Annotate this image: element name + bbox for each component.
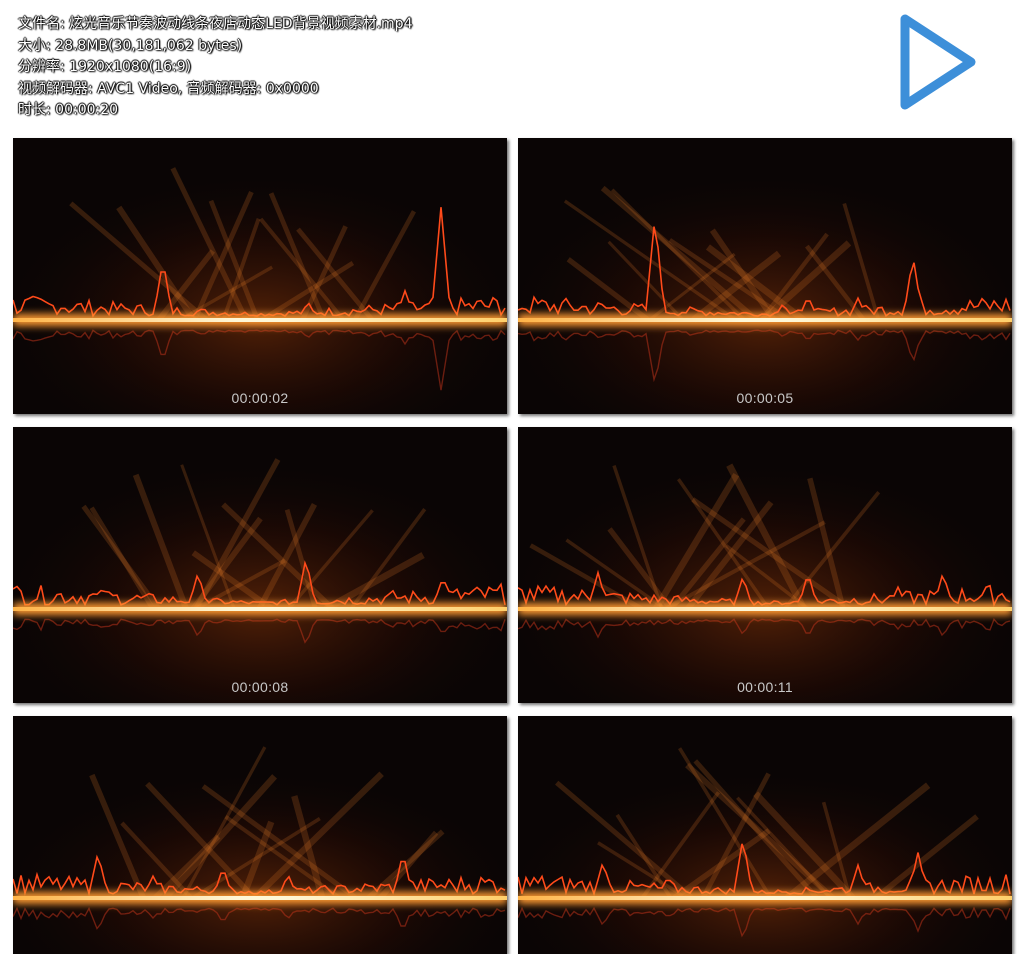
thumbnail-timestamp: 00:00:02 <box>231 390 289 406</box>
play-icon[interactable] <box>896 10 980 110</box>
codec-text: 视频解码器: AVC1 Video, 音频解码器: 0x0000 <box>18 80 319 97</box>
waveform-visual <box>518 716 1012 954</box>
waveform-visual <box>518 427 1012 703</box>
file-info-panel: 文件名: 炫光音乐节奏波动线条夜店动态LED背景视频素材.mp4 大小: 28.… <box>18 14 412 122</box>
video-thumbnail-1[interactable]: 00:00:02 <box>13 138 507 414</box>
filename-text: 文件名: 炫光音乐节奏波动线条夜店动态LED背景视频素材.mp4 <box>18 16 413 32</box>
thumbnail-timestamp: 00:00:05 <box>736 390 794 406</box>
video-thumbnail-4[interactable]: 00:00:11 <box>518 427 1012 703</box>
duration-text: 时长: 00:00:20 <box>18 102 119 118</box>
video-thumbnail-2[interactable]: 00:00:05 <box>518 138 1012 414</box>
video-thumbnail-6[interactable] <box>518 716 1012 954</box>
waveform-visual <box>518 138 1012 414</box>
video-thumbnail-5[interactable] <box>13 716 507 954</box>
waveform-visual <box>13 427 507 703</box>
thumbnail-timestamp: 00:00:08 <box>231 679 289 695</box>
video-thumbnail-3[interactable]: 00:00:08 <box>13 427 507 703</box>
thumbnail-timestamp: 00:00:11 <box>737 679 793 695</box>
waveform-visual <box>13 138 507 414</box>
filesize-text: 大小: 28.8MB(30,181,062 bytes) <box>18 37 243 54</box>
resolution-text: 分辨率: 1920x1080(16:9) <box>18 59 192 75</box>
waveform-visual <box>13 716 507 954</box>
